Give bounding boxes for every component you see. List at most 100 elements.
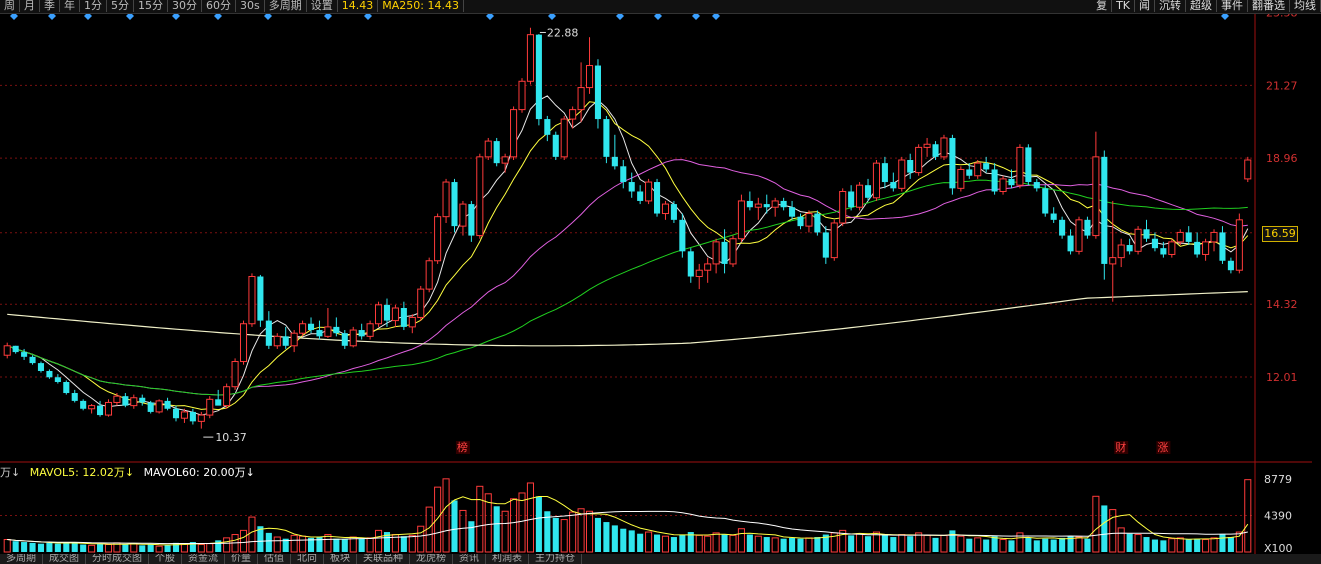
toolbar-item[interactable]: 5分: [107, 0, 134, 12]
candle-body: [307, 323, 315, 331]
volume-bar: [104, 544, 113, 553]
bottom-tab[interactable]: 关联品种: [357, 554, 410, 564]
bottom-tab[interactable]: 主力持仓: [529, 554, 582, 564]
bottom-tab[interactable]: 利润表: [486, 554, 529, 564]
volume-bar: [661, 535, 670, 553]
candle-body: [239, 323, 248, 363]
candle-body: [324, 326, 332, 337]
volume-bar: [375, 529, 383, 553]
volume-bar: [864, 536, 872, 552]
toolbar-item[interactable]: 30分: [168, 0, 202, 12]
bottom-tab[interactable]: 多周期: [0, 554, 43, 564]
candle-body: [805, 213, 813, 227]
candle-body: [763, 204, 770, 208]
candle-body: [333, 326, 340, 334]
toolbar-right-item[interactable]: 闻: [1135, 0, 1155, 12]
mavol5-label: MAVOL5: 12.02万↓: [29, 466, 135, 479]
candle-body: [29, 356, 36, 364]
toolbar-item[interactable]: 14.43: [338, 0, 379, 12]
volume-bar: [37, 543, 45, 552]
candle-body: [12, 345, 19, 353]
volume-bar: [501, 510, 509, 553]
candle-body: [408, 316, 416, 328]
volume-bar: [459, 509, 467, 553]
toolbar-right-item[interactable]: 沉转: [1155, 0, 1186, 12]
candle-body: [1176, 231, 1184, 243]
candle-body: [544, 119, 551, 135]
candle-body: [881, 163, 888, 183]
toolbar-right-item[interactable]: 均线: [1290, 0, 1321, 12]
volume-bar: [1126, 533, 1133, 552]
candle-body: [661, 203, 670, 215]
bottom-tab[interactable]: 成交图: [43, 554, 86, 564]
volume-bar: [814, 537, 821, 552]
candle-body: [999, 178, 1007, 192]
volume-bar: [645, 531, 653, 553]
bottom-tab[interactable]: 龙虎榜: [410, 554, 453, 564]
candle-body: [1033, 182, 1040, 189]
toolbar-right-item[interactable]: 复: [1092, 0, 1113, 12]
bottom-tab[interactable]: 板块: [324, 554, 357, 564]
toolbar-item[interactable]: 年: [60, 0, 80, 12]
volume-bar: [239, 529, 248, 553]
toolbar-item[interactable]: 1分: [80, 0, 107, 12]
candle-body: [864, 185, 872, 198]
kline-chart[interactable]: 23.5821.2718.9616.5914.3212.01 87794390X…: [0, 0, 1321, 564]
candle-body: [299, 323, 307, 334]
toolbar-item[interactable]: 15分: [134, 0, 168, 12]
min-price-label: 10.37: [215, 431, 247, 444]
candle-body: [425, 260, 433, 290]
volume-bar: [1075, 536, 1083, 553]
candle-body: [957, 168, 965, 189]
toolbar-right-item[interactable]: TK: [1112, 0, 1135, 12]
toolbar-right-item[interactable]: 超级: [1186, 0, 1217, 12]
toolbar-item[interactable]: MA250: 14.43: [378, 0, 464, 12]
candle-body: [983, 163, 990, 170]
bottom-tab[interactable]: 分时成交图: [86, 554, 149, 564]
ma-line: [7, 159, 1248, 396]
bottom-tab[interactable]: 价量: [225, 554, 258, 564]
candle-body: [1016, 146, 1024, 186]
toolbar-item[interactable]: 月: [20, 0, 40, 12]
volume-bar: [290, 534, 298, 553]
candle-body: [695, 269, 703, 278]
candle-body: [1126, 245, 1133, 252]
volume-tick-label: 8779: [1264, 473, 1292, 486]
toolbar-right-item[interactable]: 翻番选: [1248, 0, 1290, 12]
bottom-tab[interactable]: 资金流: [182, 554, 225, 564]
candle-body: [704, 263, 712, 271]
toolbar-item[interactable]: 设置: [307, 0, 338, 12]
bottom-tab[interactable]: 资讯: [453, 554, 486, 564]
candle-body: [189, 411, 196, 422]
candles: [3, 27, 1252, 429]
toolbar-item[interactable]: 多周期: [265, 0, 307, 12]
bottom-tab[interactable]: 北向: [291, 554, 324, 564]
candle-body: [290, 332, 298, 347]
volume-bar: [324, 534, 332, 553]
price-tick-label: 21.27: [1266, 79, 1298, 92]
bottom-tab[interactable]: 估值: [258, 554, 291, 564]
volume-bar: [999, 539, 1007, 553]
toolbar-item[interactable]: 60分: [202, 0, 236, 12]
toolbar-right-item[interactable]: 事件: [1217, 0, 1248, 12]
volume-bar: [653, 534, 661, 552]
volume-bar: [1117, 527, 1125, 553]
candle-body: [637, 191, 644, 201]
bottom-tab[interactable]: 个股: [149, 554, 182, 564]
candle-body: [923, 143, 931, 148]
volume-bar: [510, 498, 518, 553]
toolbar-item[interactable]: 30s: [236, 0, 265, 12]
toolbar-item[interactable]: 季: [40, 0, 60, 12]
candle-body: [341, 333, 348, 346]
candle-body: [391, 307, 399, 322]
volume-bar: [957, 535, 965, 553]
candle-body: [1219, 232, 1226, 261]
bottom-tab-bar: 多周期 成交图 分时成交图 个股 资金流 价量 估值 北向 板块 关联品种 龙虎榜 资讯 利润表 主力持仓: [0, 554, 1321, 564]
toolbar-item[interactable]: 周: [0, 0, 20, 12]
candle-body: [1168, 241, 1176, 255]
volume-bar: [670, 537, 677, 552]
candle-body: [814, 213, 821, 233]
candle-body: [1067, 235, 1074, 252]
price-axis: 23.5821.2718.9616.5914.3212.01: [1266, 7, 1298, 384]
volume-bar: [966, 538, 973, 552]
